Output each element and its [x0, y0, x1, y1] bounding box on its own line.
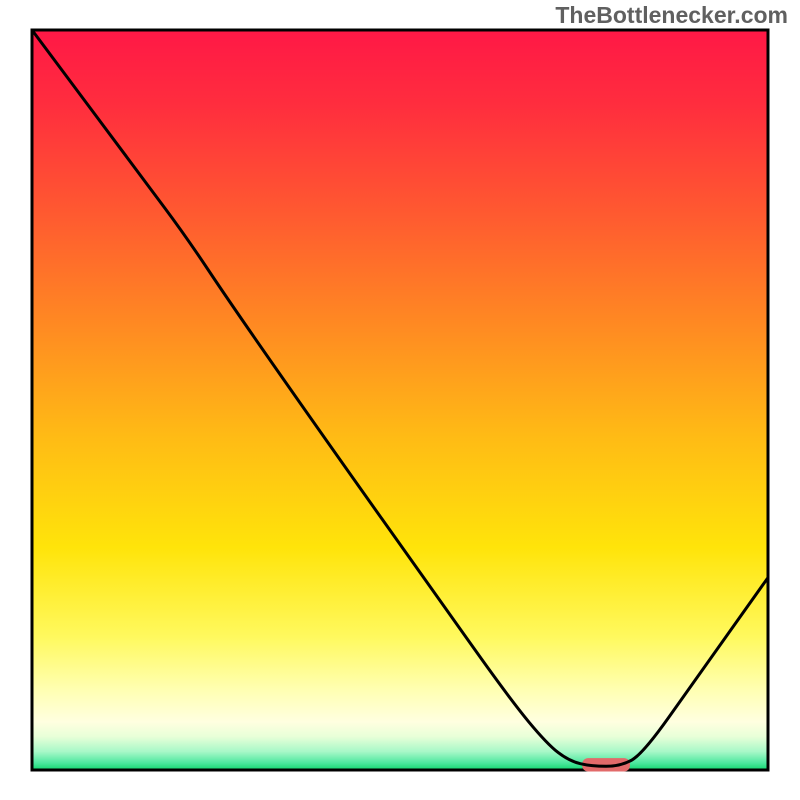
bottleneck-chart	[0, 0, 800, 800]
attribution-text: TheBottlenecker.com	[555, 2, 788, 29]
chart-background-gradient	[32, 30, 768, 770]
